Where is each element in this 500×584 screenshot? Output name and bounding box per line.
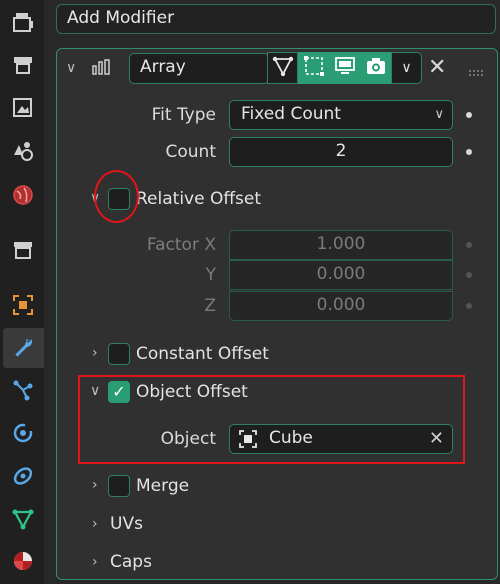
properties-tab-bar [0, 0, 44, 584]
add-modifier-label: Add Modifier [67, 8, 175, 28]
merge-checkbox[interactable] [108, 475, 130, 497]
factor-z-label: Z [204, 296, 216, 316]
output-tab-icon[interactable] [8, 50, 38, 80]
constant-offset-label: Constant Offset [136, 344, 269, 364]
object-data-tab-icon[interactable] [8, 504, 38, 534]
animate-property-dot-icon[interactable] [466, 149, 472, 155]
material-tab-icon[interactable] [8, 546, 38, 576]
factor-x-field[interactable]: 1.000 [229, 230, 453, 260]
factor-x-value: 1.000 [316, 234, 366, 254]
caps-label[interactable]: Caps [110, 547, 152, 577]
highlight-rectangle [78, 375, 465, 464]
render-tab-icon[interactable] [8, 8, 38, 38]
render-toggle[interactable] [360, 52, 391, 84]
animate-property-dot-icon[interactable] [466, 112, 472, 118]
animate-property-dot-icon[interactable] [466, 242, 472, 248]
monitor-icon [334, 55, 356, 82]
camera-icon [365, 55, 387, 82]
modifier-name: Array [140, 57, 186, 77]
constant-offset-checkbox[interactable] [108, 343, 130, 365]
physics-tab-icon[interactable] [8, 418, 38, 448]
edit-mode-icon [272, 55, 294, 82]
fit-type-value: Fixed Count [241, 104, 341, 124]
view-layer-tab-icon[interactable] [8, 93, 38, 123]
modifier-tab-icon[interactable] [3, 328, 44, 368]
scene-tab-icon[interactable] [8, 136, 38, 166]
array-modifier-icon [92, 58, 112, 83]
chevron-down-icon: ∨ [434, 107, 444, 122]
on-cage-icon [303, 55, 325, 82]
world-tab-icon[interactable] [8, 180, 38, 210]
count-field[interactable]: 2 [229, 137, 453, 167]
fit-type-dropdown[interactable]: Fixed Count ∨ [229, 100, 453, 130]
constant-offset-chevron-icon[interactable]: › [92, 338, 98, 368]
merge-chevron-icon[interactable]: › [92, 470, 98, 500]
factor-y-label: Y [205, 265, 216, 285]
uvs-label[interactable]: UVs [110, 509, 143, 539]
remove-modifier-close-icon[interactable]: ✕ [428, 55, 446, 80]
animate-property-dot-icon[interactable] [466, 272, 472, 278]
uvs-chevron-icon[interactable]: › [92, 509, 98, 539]
factor-y-field[interactable]: 0.000 [229, 260, 453, 290]
collapse-chevron-icon[interactable]: ∨ [66, 53, 76, 83]
factor-y-value: 0.000 [316, 264, 366, 284]
realtime-display-toggle[interactable] [329, 52, 360, 84]
count-label: Count [165, 142, 217, 162]
factor-z-value: 0.000 [316, 295, 366, 315]
fit-type-label: Fit Type [151, 105, 216, 125]
factor-x-label: Factor X [146, 235, 216, 255]
constraints-tab-icon[interactable] [8, 461, 38, 491]
object-tab-icon[interactable] [8, 290, 38, 320]
animate-property-dot-icon[interactable] [466, 303, 472, 309]
highlight-circle [94, 170, 139, 223]
particles-tab-icon[interactable] [8, 375, 38, 405]
chevron-down-icon: ∨ [401, 60, 412, 76]
add-modifier-button[interactable]: Add Modifier [56, 4, 496, 34]
relative-offset-label: Relative Offset [136, 189, 262, 209]
drag-handle-icon[interactable] [468, 62, 484, 82]
on-cage-toggle[interactable] [298, 52, 329, 84]
modifier-name-field[interactable]: Array [129, 53, 269, 84]
factor-z-field[interactable]: 0.000 [229, 291, 453, 321]
collection-tab-icon[interactable] [8, 235, 38, 265]
modifier-options-dropdown[interactable]: ∨ [391, 52, 422, 84]
merge-label: Merge [136, 476, 190, 496]
count-value: 2 [335, 141, 347, 161]
edit-mode-toggle[interactable] [267, 52, 298, 84]
caps-chevron-icon[interactable]: › [92, 547, 98, 577]
